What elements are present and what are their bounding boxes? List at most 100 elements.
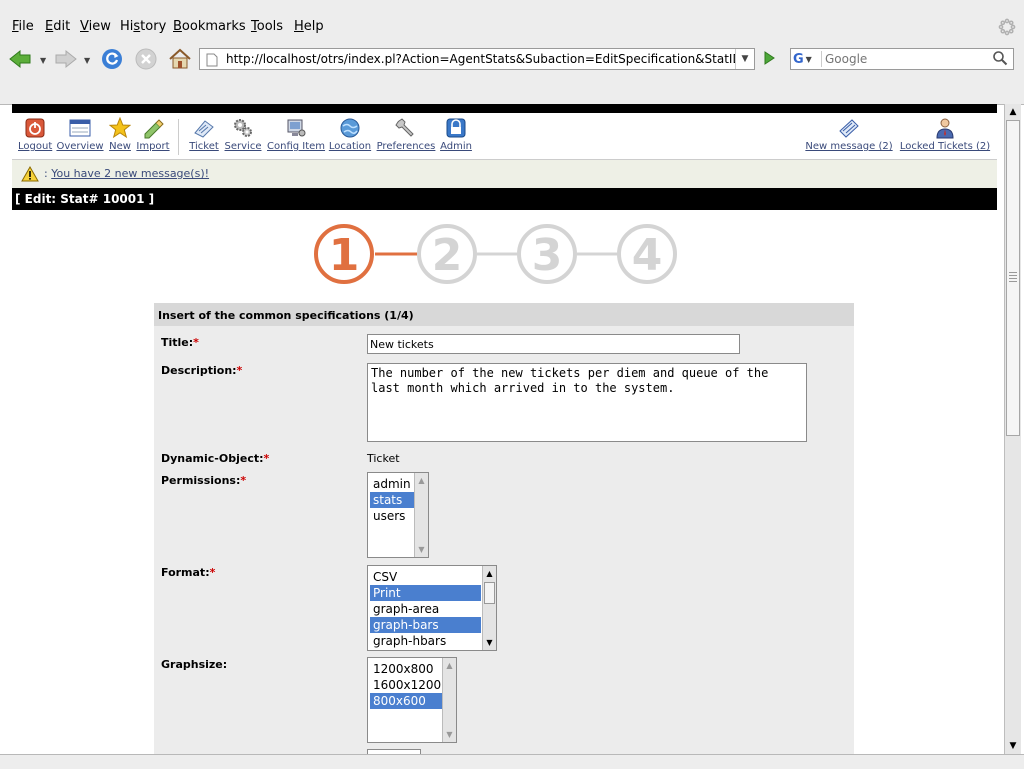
format-option[interactable]: graph-area xyxy=(370,601,481,617)
wizard-steps: 1 2 3 4 xyxy=(314,224,677,284)
permissions-listbox[interactable]: admin stats users ▲ ▼ xyxy=(367,472,429,558)
toolbar-overview[interactable]: Overview xyxy=(56,117,104,152)
format-scroll-thumb[interactable] xyxy=(484,582,495,604)
magnifier-icon xyxy=(992,50,1008,69)
back-arrow-icon xyxy=(8,48,34,73)
new-messages-link[interactable]: You have 2 new message(s)! xyxy=(51,167,209,180)
specification-form: Insert of the common specifications (1/4… xyxy=(154,303,854,754)
edit-title: [ Edit: Stat# 10001 ] xyxy=(15,192,155,206)
menu-history[interactable]: History xyxy=(120,19,166,34)
format-option[interactable]: Print xyxy=(370,585,481,601)
scroll-down-icon[interactable]: ▼ xyxy=(483,636,496,649)
thumb-grip xyxy=(1009,272,1017,284)
page-scroll-down-icon[interactable]: ▼ xyxy=(1005,739,1021,753)
google-g-icon: G xyxy=(793,51,804,67)
back-button[interactable] xyxy=(8,47,34,73)
toolbar-config-item[interactable]: Config Item xyxy=(267,117,325,152)
back-history-dropdown-icon[interactable]: ▼ xyxy=(40,56,46,65)
ticket-icon xyxy=(193,117,215,139)
description-label: Description:* xyxy=(161,364,243,377)
permissions-option[interactable]: users xyxy=(370,508,414,524)
graphsize-label: Graphsize: xyxy=(161,658,228,671)
search-button[interactable] xyxy=(989,50,1011,68)
toolbar-separator xyxy=(178,119,179,155)
search-engine-selector[interactable]: G ▼ xyxy=(793,51,822,67)
stop-icon xyxy=(134,47,158,74)
format-listbox[interactable]: CSV Print graph-area graph-bars graph-hb… xyxy=(367,565,497,651)
toolbar-logout[interactable]: Logout xyxy=(18,117,52,152)
menu-view[interactable]: View xyxy=(80,19,111,34)
toolbar-location[interactable]: Location xyxy=(328,117,372,152)
toolbar-new[interactable]: New xyxy=(108,116,132,152)
page-viewport: Logout Overview New Import Ticket Servic… xyxy=(12,104,997,754)
gears-icon xyxy=(232,117,254,139)
warning-icon xyxy=(21,165,39,185)
message-icon xyxy=(838,117,860,139)
step-2[interactable]: 2 xyxy=(417,224,477,284)
toolbar-preferences[interactable]: Preferences xyxy=(375,117,437,152)
reload-button[interactable] xyxy=(99,47,125,73)
step-3[interactable]: 3 xyxy=(517,224,577,284)
forward-history-dropdown-icon[interactable]: ▼ xyxy=(84,56,90,65)
go-button[interactable] xyxy=(758,48,780,70)
notification-bar: : You have 2 new message(s)! xyxy=(12,160,997,188)
permissions-option[interactable]: admin xyxy=(370,476,414,492)
url-bar[interactable]: http://localhost/otrs/index.pl?Action=Ag… xyxy=(199,48,755,70)
config-item-icon xyxy=(285,117,307,139)
menu-file[interactable]: File xyxy=(12,19,34,34)
format-option[interactable]: graph-hbars xyxy=(370,633,481,649)
toolbar-service[interactable]: Service xyxy=(224,117,262,152)
title-field[interactable]: New tickets xyxy=(367,334,740,354)
browser-chrome: File Edit View History Bookmarks Tools H… xyxy=(0,0,1024,105)
go-arrow-icon xyxy=(761,50,777,69)
forward-button[interactable] xyxy=(52,47,78,73)
menu-tools[interactable]: Tools xyxy=(251,19,283,34)
step-1[interactable]: 1 xyxy=(314,224,374,284)
toolbar-new-message[interactable]: New message (2) xyxy=(805,117,893,152)
svg-text:3: 3 xyxy=(532,230,563,281)
status-bar xyxy=(0,754,1024,769)
graphsize-option[interactable]: 1600x1200 xyxy=(370,677,442,693)
url-history-dropdown-icon[interactable]: ▼ xyxy=(735,49,754,69)
format-option[interactable]: graph-bars xyxy=(370,617,481,633)
graphsize-option[interactable]: 800x600 xyxy=(370,693,442,709)
format-option[interactable]: CSV xyxy=(370,569,481,585)
scroll-down-icon[interactable]: ▼ xyxy=(415,543,428,556)
page-scroll-up-icon[interactable]: ▲ xyxy=(1005,105,1021,119)
throbber-icon xyxy=(998,18,1016,39)
search-input[interactable] xyxy=(825,52,975,66)
stop-button[interactable] xyxy=(133,47,159,73)
search-box[interactable]: G ▼ xyxy=(790,48,1014,70)
svg-text:4: 4 xyxy=(632,230,663,281)
step-4[interactable]: 4 xyxy=(617,224,677,284)
graphsize-option[interactable]: 1200x800 xyxy=(370,661,442,677)
description-textarea[interactable]: The number of the new tickets per diem a… xyxy=(367,363,807,442)
scroll-down-icon[interactable]: ▼ xyxy=(443,728,456,741)
home-button[interactable] xyxy=(167,47,193,73)
menu-edit[interactable]: Edit xyxy=(45,19,70,34)
menu-bookmarks[interactable]: Bookmarks xyxy=(173,19,246,34)
agent-icon xyxy=(934,117,956,139)
toolbar-admin[interactable]: Admin xyxy=(440,117,472,152)
toolbar-import[interactable]: Import xyxy=(136,117,170,152)
graphsize-listbox[interactable]: 1200x800 1600x1200 800x600 ▲ ▼ xyxy=(367,657,457,743)
title-label: Title:* xyxy=(161,336,199,349)
graphsize-scrollbar[interactable]: ▲ ▼ xyxy=(442,658,456,742)
scroll-up-icon[interactable]: ▲ xyxy=(415,474,428,487)
overview-icon xyxy=(69,117,91,139)
agent-toolbar: Logout Overview New Import Ticket Servic… xyxy=(12,113,997,160)
menu-bar: File Edit View History Bookmarks Tools H… xyxy=(0,14,1024,40)
toolbar-locked-tickets[interactable]: Locked Tickets (2) xyxy=(898,117,992,152)
scroll-up-icon[interactable]: ▲ xyxy=(443,659,456,672)
permissions-scrollbar[interactable]: ▲ ▼ xyxy=(414,473,428,557)
header-strip xyxy=(12,104,997,113)
scroll-up-icon[interactable]: ▲ xyxy=(483,567,496,580)
dynamic-object-label: Dynamic-Object:* xyxy=(161,452,270,465)
dynamic-object-value: Ticket xyxy=(367,452,400,465)
format-scrollbar[interactable]: ▲ ▼ xyxy=(482,566,496,650)
lock-icon xyxy=(445,117,467,139)
page-scrollbar[interactable]: ▲ ▼ xyxy=(1004,104,1021,754)
menu-help[interactable]: Help xyxy=(294,19,324,34)
permissions-option[interactable]: stats xyxy=(370,492,414,508)
toolbar-ticket[interactable]: Ticket xyxy=(187,117,221,152)
